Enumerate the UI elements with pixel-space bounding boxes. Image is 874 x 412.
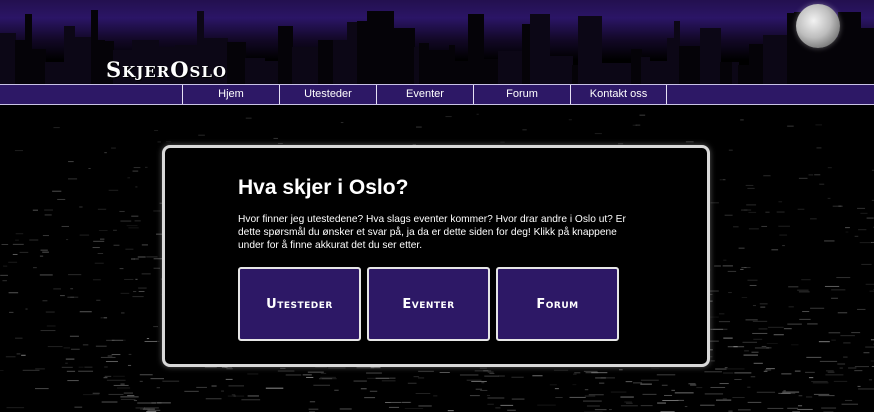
forum-button[interactable]: Forum bbox=[496, 267, 619, 341]
header-banner: SkjerOslo bbox=[0, 0, 874, 84]
venues-button[interactable]: Utesteder bbox=[238, 267, 361, 341]
moon-image bbox=[796, 4, 840, 48]
intro-text: Hvor finner jeg utestedene? Hva slags ev… bbox=[238, 214, 626, 251]
nav-item-venues[interactable]: Utesteder bbox=[279, 85, 376, 104]
nav-item-contact[interactable]: Kontakt oss bbox=[570, 85, 667, 104]
page-title: Hva skjer i Oslo? bbox=[238, 176, 409, 199]
nav-item-forum[interactable]: Forum bbox=[473, 85, 570, 104]
nav-item-home[interactable]: Hjem bbox=[182, 85, 279, 104]
nav-bar: Hjem Utesteder Eventer Forum Kontakt oss bbox=[0, 84, 874, 105]
events-button[interactable]: Eventer bbox=[367, 267, 490, 341]
nav-item-events[interactable]: Eventer bbox=[376, 85, 473, 104]
site-logo[interactable]: SkjerOslo bbox=[106, 57, 227, 82]
intro-panel: Hva skjer i Oslo? Hvor finner jeg uteste… bbox=[162, 145, 710, 367]
nav-menu: Hjem Utesteder Eventer Forum Kontakt oss bbox=[182, 85, 667, 104]
